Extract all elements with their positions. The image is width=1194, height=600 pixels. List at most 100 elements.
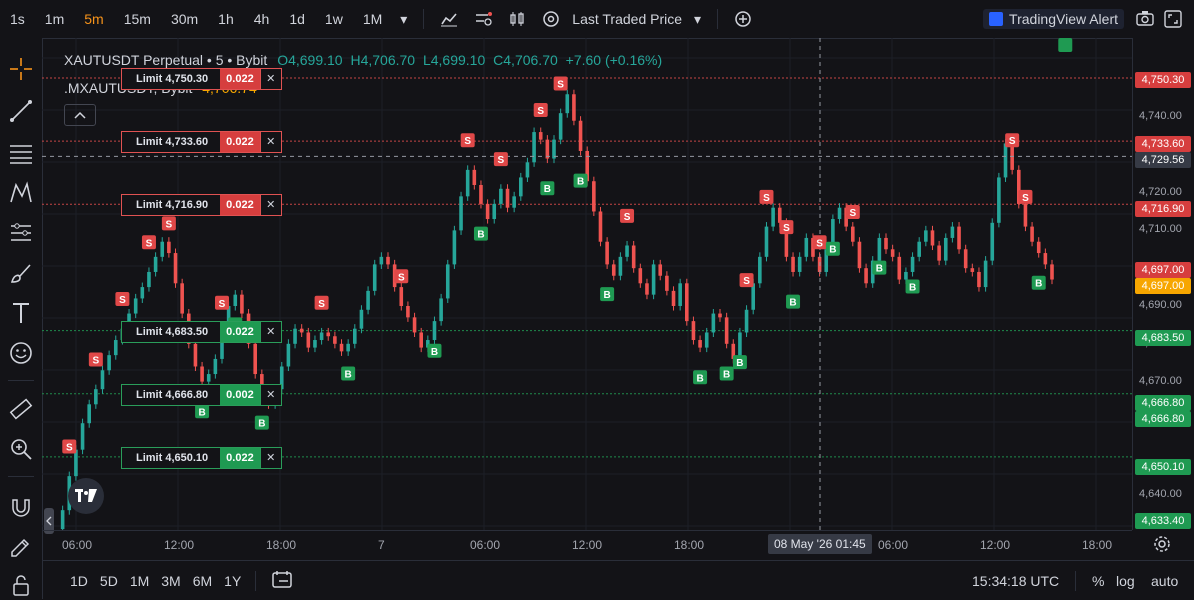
timeframe-4h[interactable]: 4h [244, 11, 280, 27]
timeframe-5m[interactable]: 5m [74, 11, 113, 27]
sell-marker[interactable]: S [115, 291, 130, 306]
price-source-select[interactable]: Last Traded Price [568, 11, 686, 27]
forecast-icon[interactable] [6, 218, 36, 248]
buy-marker[interactable]: B [1058, 38, 1073, 52]
sell-marker[interactable]: S [739, 273, 754, 288]
order-line-buy[interactable]: Limit 4,683.50 0.022 ✕ [121, 320, 282, 343]
sell-marker[interactable]: S [215, 295, 229, 310]
sell-marker[interactable]: S [553, 76, 568, 91]
sell-marker[interactable]: S [88, 352, 103, 367]
sell-marker[interactable]: S [314, 295, 329, 310]
add-compare-icon[interactable] [726, 10, 760, 28]
lock-drawings-icon[interactable] [6, 532, 36, 562]
time-axis[interactable]: 08 May '26 01:45 06:00 12:00 18:00 7 06:00 12… [42, 530, 1132, 559]
buy-marker[interactable]: B [341, 366, 356, 381]
timeframe-15m[interactable]: 15m [114, 11, 161, 27]
range-6M[interactable]: 6M [187, 573, 218, 589]
sell-marker[interactable]: S [460, 133, 475, 148]
close-icon[interactable]: ✕ [259, 384, 281, 405]
collapse-legend-button[interactable] [64, 104, 96, 126]
zoom-in-icon[interactable] [6, 434, 36, 464]
buy-marker[interactable]: B [693, 370, 708, 385]
sell-marker[interactable]: S [779, 220, 794, 235]
timeframe-1s[interactable]: 1s [0, 11, 35, 27]
buy-marker[interactable]: B [786, 294, 801, 309]
price-scale[interactable]: 4,740.004,730.004,720.004,710.004,700.00… [1132, 38, 1194, 530]
range-1M[interactable]: 1M [124, 573, 155, 589]
camera-icon[interactable] [1136, 10, 1154, 31]
order-line-buy[interactable]: Limit 4,650.10 0.022 ✕ [121, 446, 282, 469]
close-icon[interactable]: ✕ [259, 69, 281, 89]
utc-clock[interactable]: 15:34:18 UTC [966, 573, 1065, 589]
buy-marker[interactable]: B [195, 404, 210, 419]
buy-marker[interactable]: B [427, 343, 442, 358]
range-3M[interactable]: 3M [155, 573, 186, 589]
goto-date-icon[interactable] [264, 570, 302, 591]
sell-marker[interactable]: S [812, 235, 827, 250]
close-icon[interactable]: ✕ [259, 447, 281, 468]
candles-icon[interactable] [500, 11, 534, 27]
buy-marker[interactable]: B [254, 415, 269, 430]
range-5D[interactable]: 5D [94, 573, 124, 589]
timeframe-1w[interactable]: 1w [315, 11, 353, 27]
buy-marker[interactable]: B [872, 260, 887, 275]
order-line-sell[interactable]: Limit 4,750.30 0.022 ✕ [121, 68, 282, 90]
text-tool-icon[interactable] [6, 298, 36, 328]
order-line-buy[interactable]: Limit 4,666.80 0.002 ✕ [121, 383, 282, 406]
buy-marker[interactable]: B [732, 355, 747, 370]
buy-marker[interactable]: B [905, 279, 920, 294]
sell-marker[interactable]: S [394, 269, 409, 284]
crosshair-icon[interactable] [6, 54, 36, 84]
price-source-icon[interactable] [534, 10, 568, 28]
range-1Y[interactable]: 1Y [218, 573, 247, 589]
percent-toggle[interactable]: % [1086, 573, 1110, 589]
auto-toggle[interactable]: auto [1145, 573, 1184, 589]
buy-marker[interactable]: B [473, 226, 488, 241]
order-quantity[interactable]: 0.022 [220, 321, 260, 342]
buy-marker[interactable]: B [573, 173, 588, 188]
sell-marker[interactable]: S [493, 152, 508, 167]
tradingview-alert-button[interactable]: TradingView Alert [983, 9, 1124, 29]
buy-marker[interactable]: B [540, 181, 555, 196]
tradingview-logo[interactable] [68, 478, 104, 514]
settings-gear-icon[interactable] [1153, 535, 1171, 558]
sell-marker[interactable]: S [1005, 133, 1020, 148]
sell-marker[interactable]: S [620, 208, 635, 223]
legend-symbol[interactable]: XAUTUSDT Perpetual • 5 • Bybit [64, 52, 267, 68]
sell-marker[interactable]: S [845, 205, 860, 220]
timeframe-1d[interactable]: 1d [279, 11, 315, 27]
fib-lines-icon[interactable] [6, 138, 36, 168]
indicators-icon[interactable] [466, 11, 500, 27]
order-line-sell[interactable]: Limit 4,716.90 0.022 ✕ [121, 194, 282, 217]
trend-line-icon[interactable] [6, 96, 36, 126]
timeframe-1h[interactable]: 1h [208, 11, 244, 27]
timeframe-1m[interactable]: 1m [35, 11, 74, 27]
order-quantity[interactable]: 0.022 [220, 69, 260, 89]
lock-icon[interactable] [6, 570, 36, 600]
sell-marker[interactable]: S [1018, 189, 1033, 204]
sell-marker[interactable]: S [161, 216, 176, 231]
close-icon[interactable]: ✕ [259, 195, 281, 216]
emoji-icon[interactable] [6, 338, 36, 368]
buy-marker[interactable]: B [719, 366, 734, 381]
fullscreen-icon[interactable] [1164, 10, 1182, 33]
sell-marker[interactable]: S [141, 235, 156, 250]
chevron-down-icon[interactable]: ▾ [392, 11, 415, 28]
sell-marker[interactable]: S [533, 102, 548, 117]
sell-marker[interactable]: S [759, 189, 774, 204]
price-source-chevron-icon[interactable]: ▾ [686, 11, 709, 28]
brush-icon[interactable] [6, 258, 36, 288]
ruler-icon[interactable] [6, 394, 36, 424]
buy-marker[interactable]: B [825, 241, 840, 256]
order-line-sell[interactable]: Limit 4,733.60 0.022 ✕ [121, 131, 282, 154]
order-quantity[interactable]: 0.002 [220, 384, 260, 405]
close-icon[interactable]: ✕ [259, 132, 281, 153]
chart-type-icon[interactable] [432, 11, 466, 27]
magnet-icon[interactable] [6, 492, 36, 522]
sell-marker[interactable]: S [62, 439, 77, 454]
order-quantity[interactable]: 0.022 [220, 447, 260, 468]
close-icon[interactable]: ✕ [259, 321, 281, 342]
order-quantity[interactable]: 0.022 [220, 132, 260, 153]
buy-marker[interactable]: B [600, 287, 615, 302]
timeframe-1M[interactable]: 1M [353, 11, 392, 27]
